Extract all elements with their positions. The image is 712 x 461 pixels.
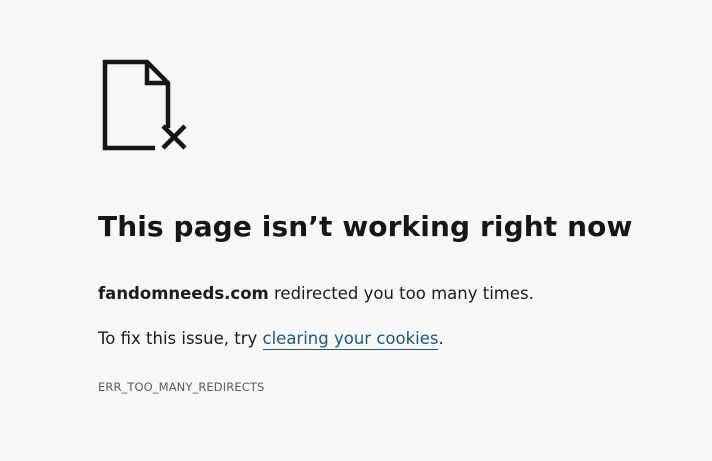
error-page: This page isn’t working right now fandom…: [0, 0, 712, 461]
redirect-message: fandomneeds.com redirected you too many …: [98, 284, 534, 303]
redirect-message-text: redirected you too many times.: [268, 284, 534, 303]
broken-page-icon: [100, 58, 192, 154]
clear-cookies-link[interactable]: clearing your cookies: [262, 329, 439, 350]
error-code: ERR_TOO_MANY_REDIRECTS: [98, 380, 265, 394]
site-domain: fandomneeds.com: [98, 284, 269, 303]
error-heading: This page isn’t working right now: [98, 210, 633, 243]
fix-suffix: .: [438, 329, 444, 348]
fix-prefix: To fix this issue, try: [98, 329, 263, 348]
fix-suggestion: To fix this issue, try clearing your coo…: [98, 329, 444, 350]
